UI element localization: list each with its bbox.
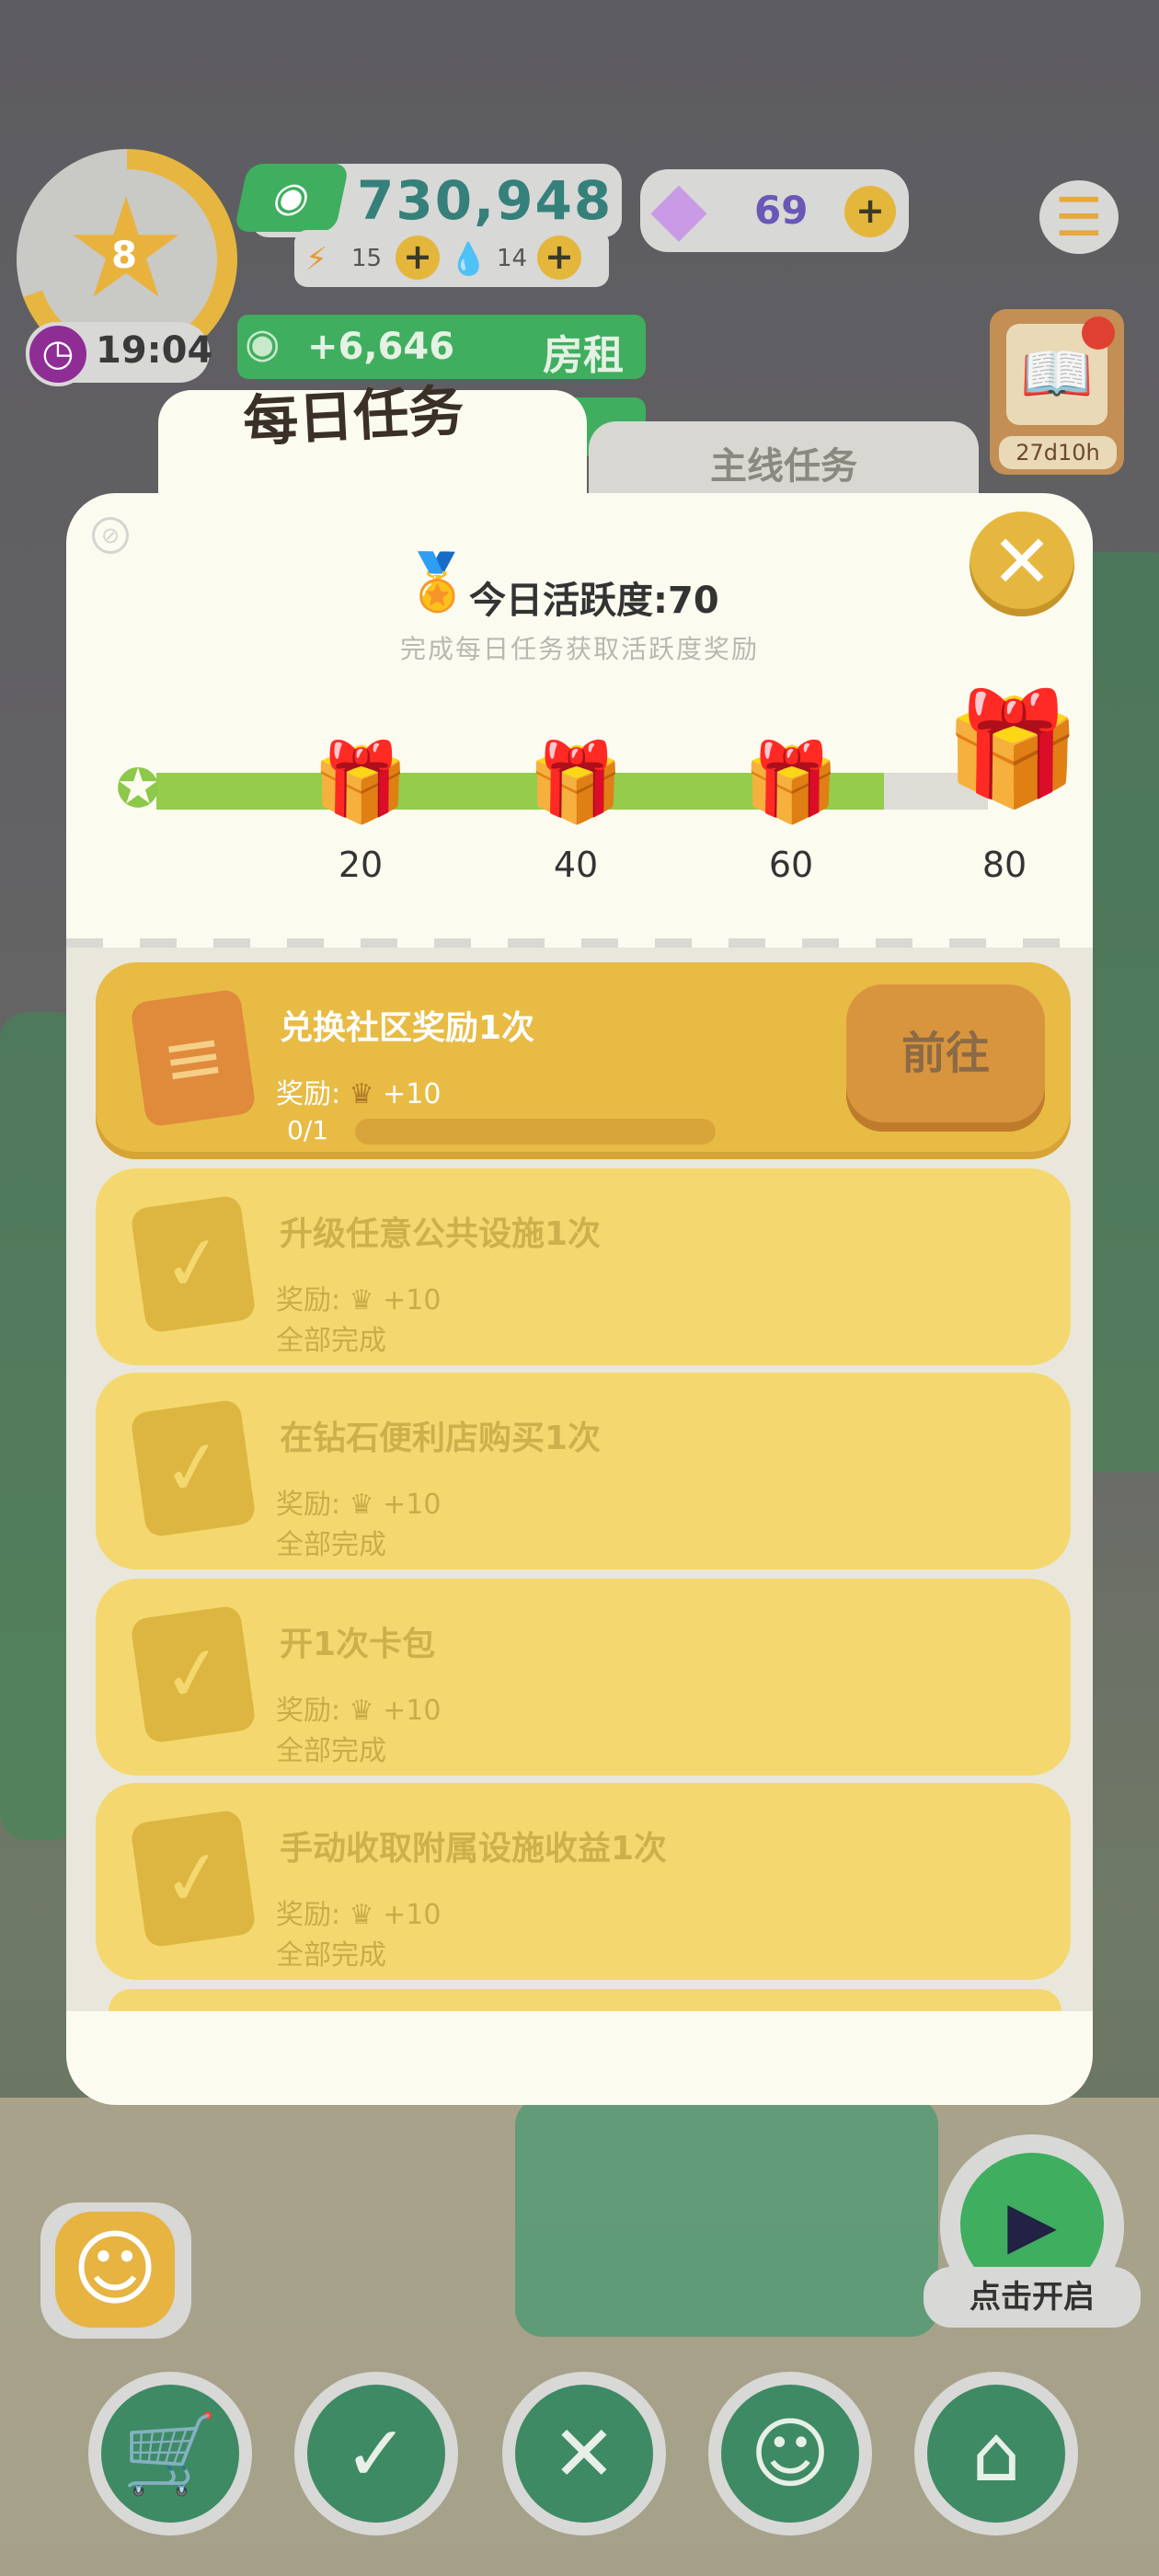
clipboard-check-icon: ✓ bbox=[130, 1809, 257, 1949]
reward-value: +10 bbox=[383, 1695, 442, 1727]
reward-label: 奖励: bbox=[276, 1078, 350, 1110]
gem-value: 69 bbox=[754, 188, 809, 233]
laughing-face-icon: ☺ bbox=[55, 2212, 175, 2328]
task-title: 开1次卡包 bbox=[280, 1626, 436, 1663]
tab-daily-tasks-label: 每日任务 bbox=[241, 378, 465, 455]
task-title: 在钻石便利店购买1次 bbox=[280, 1420, 602, 1457]
task-status: 全部完成 bbox=[276, 1325, 386, 1357]
task-reward: 奖励: ♛ +10 bbox=[276, 1687, 441, 1728]
go-button[interactable]: 前往 bbox=[846, 984, 1045, 1132]
reward-value: +10 bbox=[383, 1284, 442, 1317]
rent-label: 房租 bbox=[543, 332, 624, 379]
clipboard-check-icon: ✓ bbox=[130, 1604, 257, 1744]
gem-icon: ◆ bbox=[650, 165, 707, 250]
task-title: 升级任意公共设施1次 bbox=[280, 1215, 602, 1253]
reward-label: 奖励: bbox=[276, 1695, 350, 1727]
event-timer: 27d10h bbox=[999, 436, 1117, 469]
milestone-label: 80 bbox=[981, 845, 1027, 885]
task-reward: 奖励: ♛ +10 bbox=[276, 1481, 441, 1522]
tools-icon: ✕ bbox=[515, 2385, 653, 2523]
background-awning bbox=[515, 2098, 938, 2337]
clipboard-check-icon: ✓ bbox=[307, 2385, 445, 2523]
reward-label: 奖励: bbox=[276, 1899, 350, 1931]
reward-value: +10 bbox=[383, 1899, 442, 1931]
milestone-label: 20 bbox=[338, 845, 384, 885]
task-reward: 奖励: ♛ +10 bbox=[276, 1277, 441, 1317]
clipboard-check-icon: ✓ bbox=[130, 1398, 257, 1538]
panel-corner-icon: ⊘ bbox=[92, 517, 129, 554]
gift-box-icon[interactable]: 🎁 bbox=[526, 736, 625, 828]
medal-small-icon: ♛ bbox=[349, 1284, 374, 1317]
drop-icon: 💧 bbox=[449, 241, 488, 278]
task-progress-bar bbox=[355, 1119, 716, 1144]
clipboard-check-icon: ✓ bbox=[130, 1194, 257, 1334]
house-icon: ⌂ bbox=[927, 2385, 1065, 2523]
reward-value: +10 bbox=[383, 1489, 442, 1521]
timer-text: 19:04 bbox=[96, 329, 213, 372]
task-reward: 奖励: ♛ +10 bbox=[276, 1892, 441, 1932]
rent-value: +6,646 bbox=[307, 326, 455, 368]
gift-box-icon[interactable]: 🎁 bbox=[311, 736, 410, 828]
medal-small-icon: ♛ bbox=[349, 1078, 374, 1110]
add-gems-button[interactable]: + bbox=[844, 186, 896, 237]
cash-value: 730,948 bbox=[357, 169, 614, 232]
medal-small-icon: ♛ bbox=[349, 1899, 374, 1931]
menu-icon[interactable]: ☰ bbox=[1039, 180, 1119, 254]
reward-label: 奖励: bbox=[276, 1284, 350, 1317]
task-card-partial bbox=[109, 1989, 1061, 2011]
task-status: 全部完成 bbox=[276, 1939, 386, 1972]
cash-icon: ◉ bbox=[245, 320, 281, 367]
notification-dot bbox=[1082, 316, 1115, 350]
milestone-label: 40 bbox=[553, 845, 599, 885]
level-number: 8 bbox=[111, 235, 137, 277]
resource-a-value: 15 bbox=[351, 245, 383, 272]
lightning-icon: ⚡ bbox=[305, 241, 327, 278]
task-title: 兑换社区奖励1次 bbox=[280, 1009, 535, 1047]
clock-icon: ◷ bbox=[26, 322, 90, 386]
section-divider bbox=[66, 938, 1093, 948]
task-title: 手动收取附属设施收益1次 bbox=[280, 1830, 668, 1868]
gift-box-icon[interactable]: 🎁 bbox=[741, 736, 841, 828]
progress-start-badge-icon: ✪ bbox=[115, 757, 161, 820]
close-button[interactable]: ✕ bbox=[970, 512, 1074, 616]
tab-main-quests-label: 主线任务 bbox=[710, 445, 857, 488]
reward-value: +10 bbox=[383, 1078, 442, 1110]
reward-label: 奖励: bbox=[276, 1489, 350, 1521]
clipboard-icon: ≡ bbox=[130, 988, 257, 1128]
cart-icon: 🛒 bbox=[101, 2385, 239, 2523]
medal-small-icon: ♛ bbox=[349, 1695, 374, 1727]
task-progress-text: 0/1 bbox=[287, 1115, 329, 1145]
final-gift-icon[interactable]: 🎁 bbox=[944, 681, 1081, 819]
task-status: 全部完成 bbox=[276, 1529, 386, 1561]
add-resource-b-button[interactable]: + bbox=[537, 236, 581, 280]
medal-small-icon: ♛ bbox=[349, 1489, 374, 1521]
activity-title: 今日活跃度:70 bbox=[469, 580, 719, 622]
face-icon: ☺ bbox=[721, 2385, 859, 2523]
video-ad-label[interactable]: 点击开启 bbox=[924, 2267, 1141, 2328]
activity-subtitle: 完成每日任务获取活跃度奖励 bbox=[399, 634, 759, 664]
task-reward: 奖励: ♛ +10 bbox=[276, 1071, 441, 1111]
medal-icon: 🏅 bbox=[403, 550, 472, 615]
resource-b-value: 14 bbox=[497, 245, 528, 272]
task-status: 全部完成 bbox=[276, 1735, 386, 1767]
cash-icon: ◉ bbox=[234, 164, 350, 232]
add-resource-a-button[interactable]: + bbox=[396, 236, 440, 280]
milestone-label: 60 bbox=[768, 845, 814, 885]
